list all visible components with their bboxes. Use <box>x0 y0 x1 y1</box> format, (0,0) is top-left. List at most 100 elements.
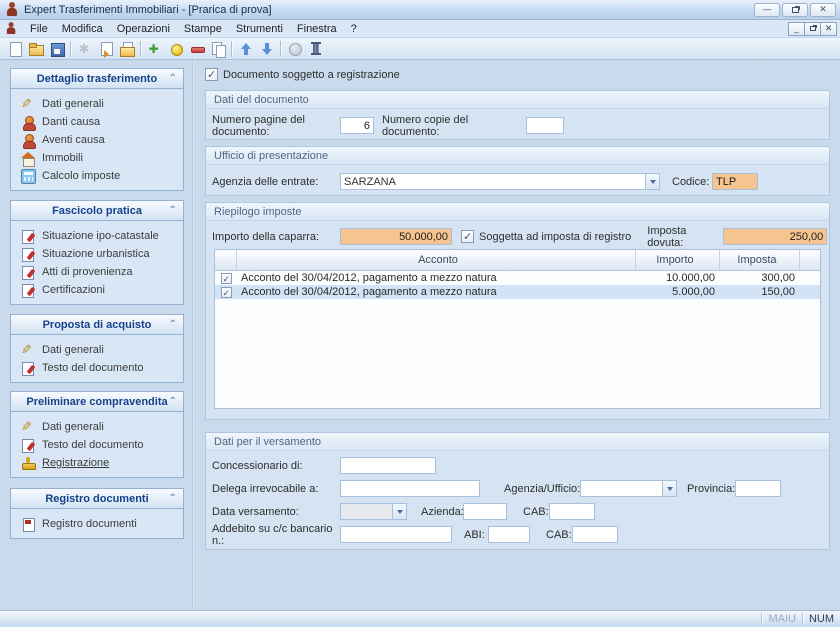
restore-button[interactable] <box>782 3 808 17</box>
section-header[interactable]: Proposta di acquisto ⌃ <box>11 315 183 335</box>
agenzia-entrate-value: SARZANA <box>340 173 645 190</box>
row-checkbox[interactable] <box>221 287 232 298</box>
row-checkbox[interactable] <box>221 273 232 284</box>
group-title: Dati del documento <box>206 91 829 109</box>
chevron-up-icon[interactable]: ⌃ <box>169 396 177 407</box>
note-icon <box>21 265 36 280</box>
mdi-close-button[interactable]: ✕ <box>820 22 837 36</box>
agenzia-ufficio-label: Agenzia/Ufficio: <box>504 483 580 495</box>
addebito-field[interactable] <box>340 526 452 543</box>
register-icon <box>21 517 36 532</box>
agenzia-ufficio-combobox[interactable] <box>580 480 677 497</box>
agenzia-entrate-label: Agenzia delle entrate: <box>212 176 340 188</box>
mdi-restore-icon <box>810 26 816 31</box>
menu-stampe[interactable]: Stampe <box>177 21 229 37</box>
new-document-icon <box>7 41 23 57</box>
menu-file[interactable]: File <box>23 21 55 37</box>
acconto-column-header[interactable]: Acconto <box>237 250 636 270</box>
table-row[interactable]: Acconto del 30/04/2012, pagamento a mezz… <box>215 271 820 285</box>
registration-subject-checkbox[interactable] <box>205 68 218 81</box>
add-button[interactable] <box>144 39 165 59</box>
section-header[interactable]: Dettaglio trasferimento ⌃ <box>11 69 183 89</box>
pagine-field[interactable]: 6 <box>340 117 374 134</box>
chevron-up-icon[interactable]: ⌃ <box>169 493 177 504</box>
importo-column-header[interactable]: Importo <box>636 250 720 270</box>
sidebar-item-registro-documenti[interactable]: Registro documenti <box>11 515 183 533</box>
cab-field[interactable] <box>572 526 618 543</box>
group-dati-documento: Dati del documento Numero pagine del doc… <box>205 90 830 140</box>
sidebar-item-dati-generali[interactable]: Dati generali <box>11 95 183 113</box>
delete-button[interactable] <box>186 39 207 59</box>
copy-document-button[interactable] <box>207 39 228 59</box>
save-button[interactable] <box>46 39 67 59</box>
export-document-button[interactable] <box>95 39 116 59</box>
soggetta-imposta-checkbox[interactable] <box>461 230 474 243</box>
imposta-column-header[interactable]: Imposta <box>720 250 800 270</box>
dropdown-arrow-icon[interactable] <box>662 480 677 497</box>
check-column-header[interactable] <box>215 250 237 270</box>
sidebar-item-testo-documento-proposta[interactable]: Testo del documento <box>11 359 183 377</box>
export-document-icon <box>98 41 114 57</box>
section-header[interactable]: Fascicolo pratica ⌃ <box>11 201 183 221</box>
sidebar-item-immobili[interactable]: Immobili <box>11 149 183 167</box>
delega-field[interactable] <box>340 480 480 497</box>
group-ufficio-presentazione: Ufficio di presentazione Agenzia delle e… <box>205 146 830 196</box>
table-row[interactable]: Acconto del 30/04/2012, pagamento a mezz… <box>215 285 820 299</box>
new-document-button[interactable] <box>4 39 25 59</box>
exit-button[interactable] <box>305 39 326 59</box>
concessionario-label: Concessionario di: <box>212 460 340 472</box>
close-button[interactable]: ✕ <box>810 3 836 17</box>
open-button[interactable] <box>25 39 46 59</box>
imposta-dovuta-field[interactable]: 250,00 <box>723 228 827 245</box>
chevron-up-icon[interactable]: ⌃ <box>169 205 177 216</box>
section-header[interactable]: Registro documenti ⌃ <box>11 489 183 509</box>
sidebar-item-registrazione[interactable]: Registrazione <box>11 454 183 472</box>
caparra-field[interactable]: 50.000,00 <box>340 228 452 245</box>
cab-field[interactable] <box>549 503 595 520</box>
concessionario-field[interactable] <box>340 457 436 474</box>
sidebar-item-dati-generali-preliminare[interactable]: Dati generali <box>11 418 183 436</box>
menu-operazioni[interactable]: Operazioni <box>110 21 177 37</box>
menu-help[interactable]: ? <box>344 21 364 37</box>
sidebar-item-danti-causa[interactable]: Danti causa <box>11 113 183 131</box>
mdi-restore-button[interactable] <box>804 22 821 36</box>
menu-finestra[interactable]: Finestra <box>290 21 344 37</box>
sidebar-section-preliminare-compravendita: Preliminare compravendita ⌃ Dati general… <box>10 391 184 478</box>
chevron-up-icon[interactable]: ⌃ <box>169 73 177 84</box>
move-up-button[interactable] <box>235 39 256 59</box>
agenzia-entrate-combobox[interactable]: SARZANA <box>340 173 660 190</box>
dropdown-arrow-icon[interactable] <box>645 173 660 190</box>
group-title: Dati per il versamento <box>206 433 829 451</box>
sidebar-item-calcolo-imposte[interactable]: Calcolo imposte <box>11 167 183 185</box>
data-versamento-combobox[interactable] <box>340 503 407 520</box>
move-down-button[interactable] <box>256 39 277 59</box>
import-document-icon <box>119 41 135 57</box>
note-icon <box>21 229 36 244</box>
sidebar-item-certificazioni[interactable]: Certificazioni <box>11 281 183 299</box>
delega-label: Delega irrevocabile a: <box>212 483 340 495</box>
copie-field[interactable] <box>526 117 564 134</box>
sidebar-item-situazione-urbanistica[interactable]: Situazione urbanistica <box>11 245 183 263</box>
help-button <box>284 39 305 59</box>
provincia-field[interactable] <box>735 480 781 497</box>
codice-field[interactable]: TLP <box>712 173 758 190</box>
dropdown-arrow-icon[interactable] <box>392 503 407 520</box>
column-exit-icon <box>308 41 324 57</box>
app-icon <box>6 2 19 17</box>
sidebar-splitter[interactable] <box>192 60 194 610</box>
minimize-button[interactable]: — <box>754 3 780 17</box>
import-document-button[interactable] <box>116 39 137 59</box>
mdi-minimize-button[interactable]: _ <box>788 22 805 36</box>
sidebar-item-situazione-ipo-catastale[interactable]: Situazione ipo-catastale <box>11 227 183 245</box>
menu-strumenti[interactable]: Strumenti <box>229 21 290 37</box>
sidebar-item-dati-generali-proposta[interactable]: Dati generali <box>11 341 183 359</box>
chevron-up-icon[interactable]: ⌃ <box>169 319 177 330</box>
sidebar-item-aventi-causa[interactable]: Aventi causa <box>11 131 183 149</box>
azienda-field[interactable] <box>463 503 507 520</box>
menu-modifica[interactable]: Modifica <box>55 21 110 37</box>
abi-field[interactable] <box>488 526 530 543</box>
modify-button[interactable] <box>165 39 186 59</box>
sidebar-item-testo-documento-preliminare[interactable]: Testo del documento <box>11 436 183 454</box>
section-header[interactable]: Preliminare compravendita ⌃ <box>11 392 183 412</box>
sidebar-item-atti-di-provenienza[interactable]: Atti di provenienza <box>11 263 183 281</box>
